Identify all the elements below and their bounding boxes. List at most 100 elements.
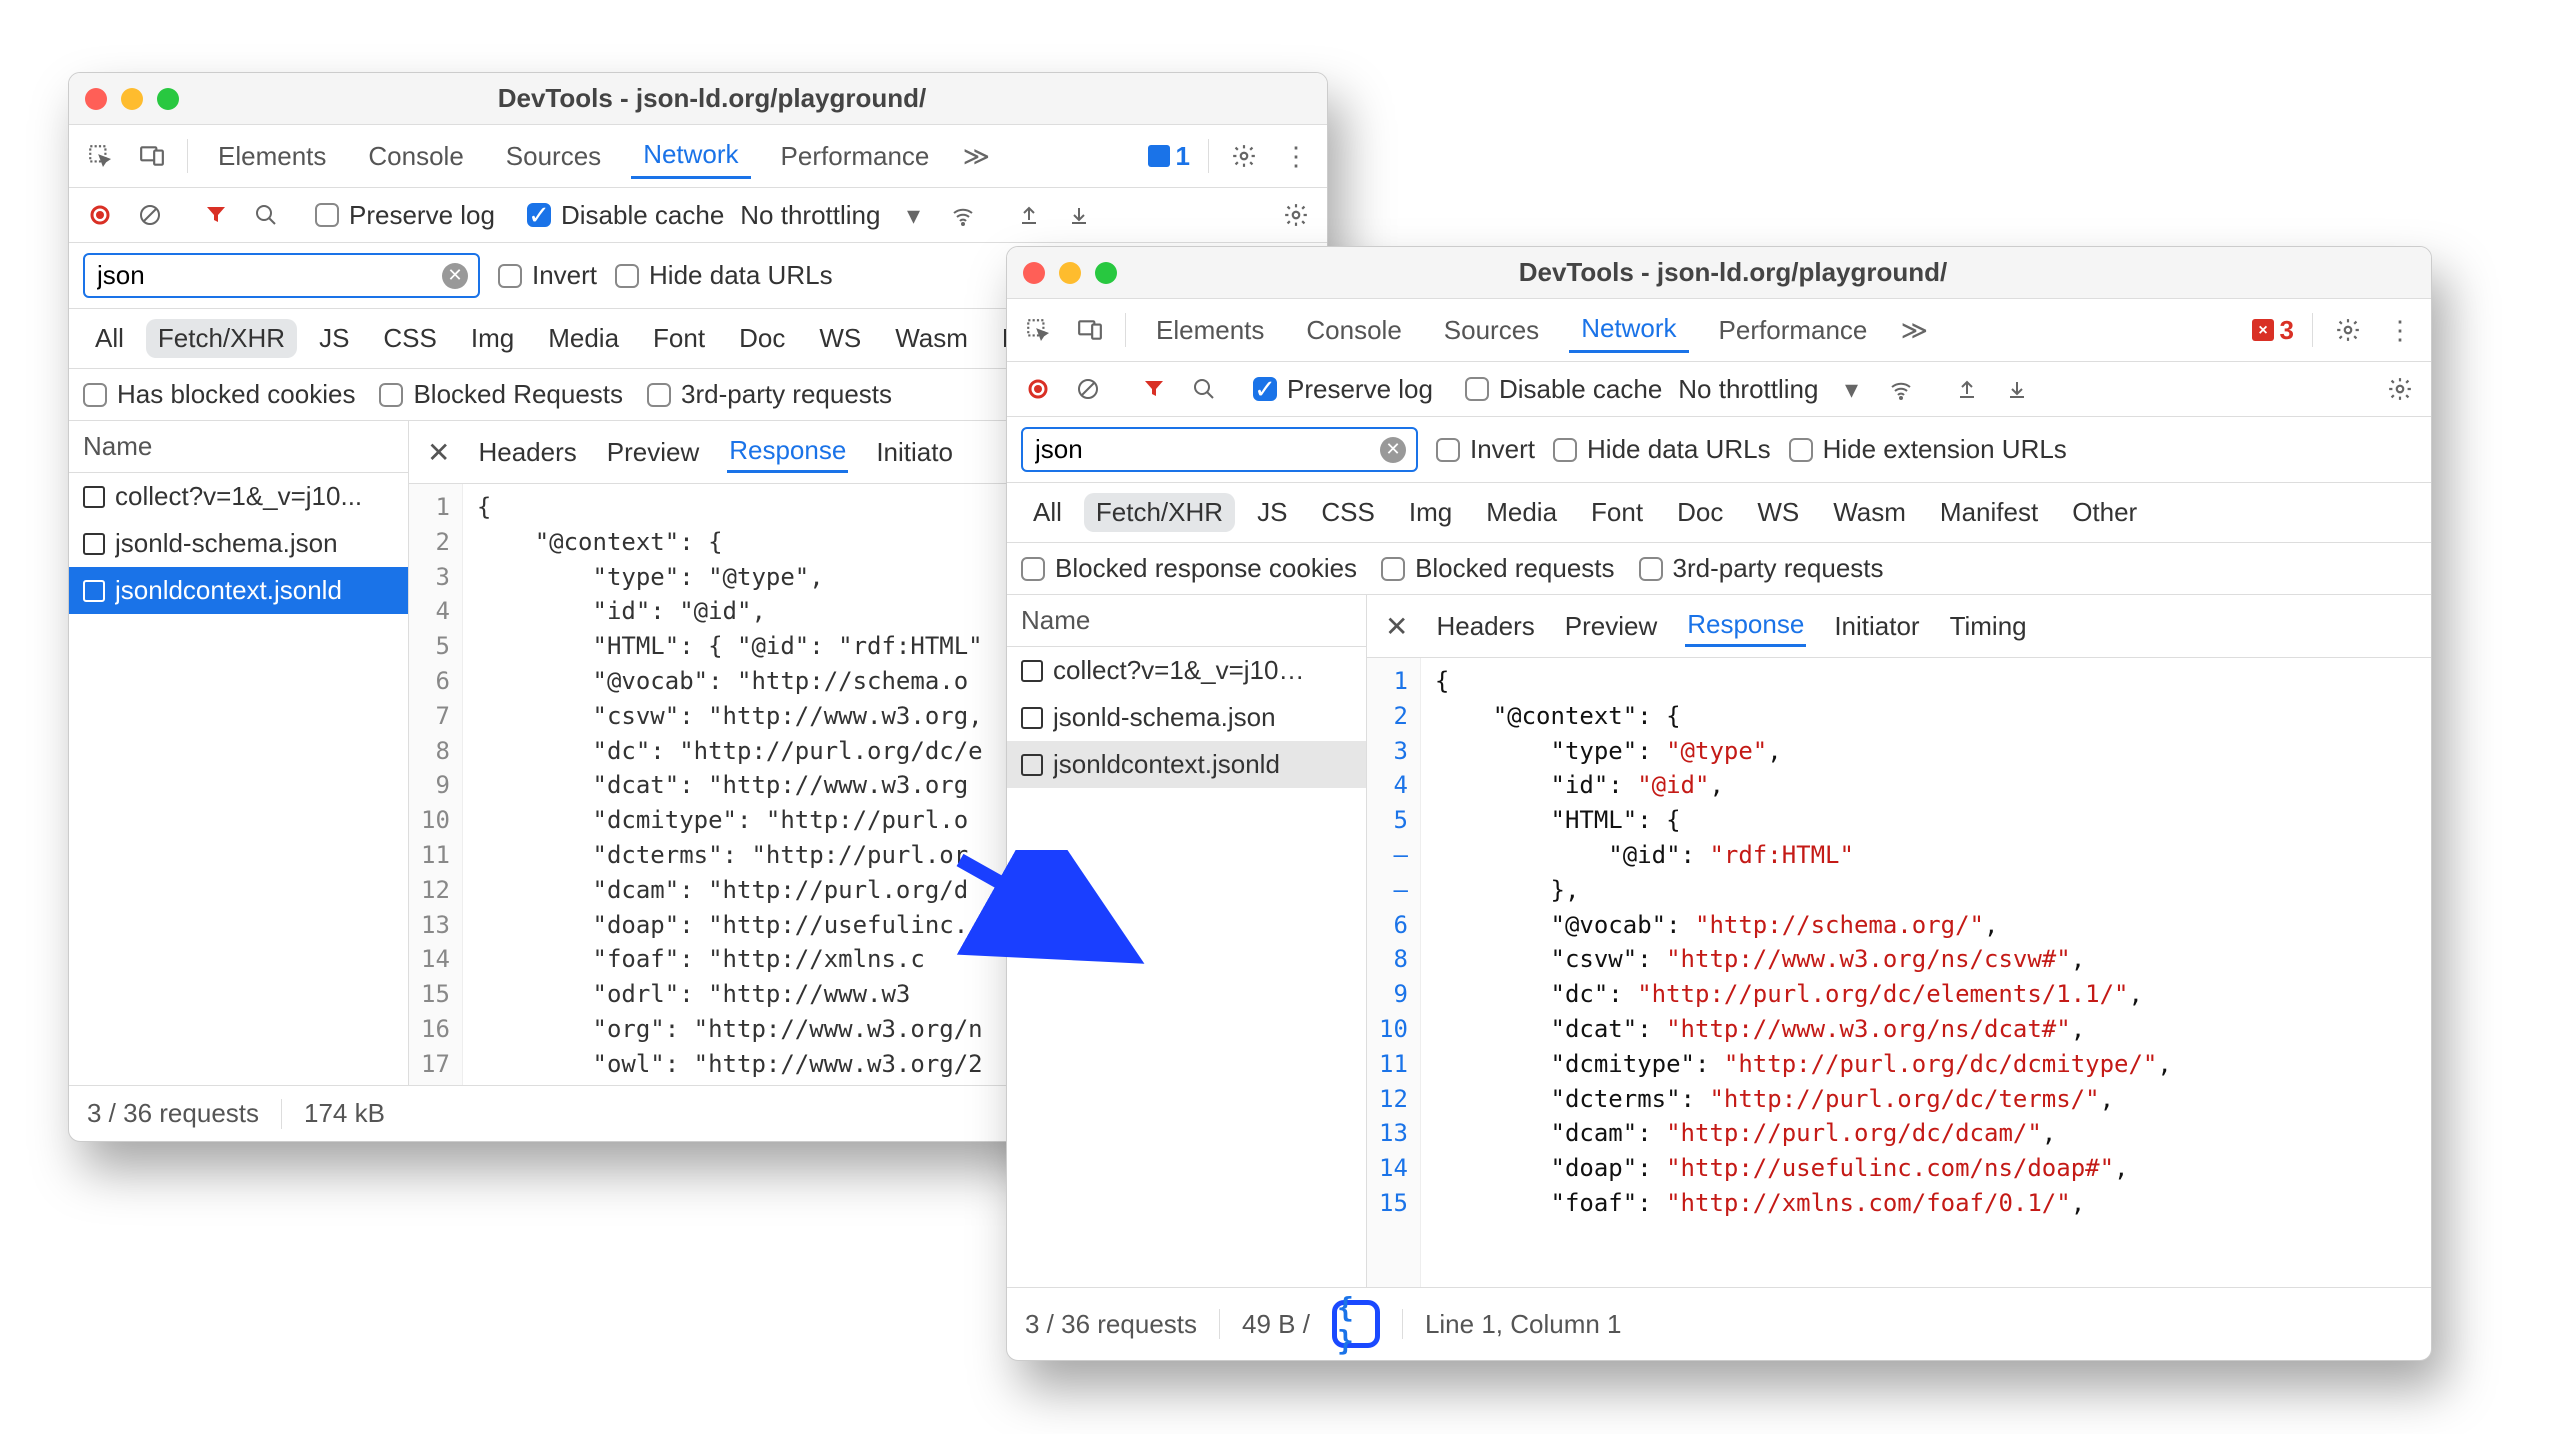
type-img[interactable]: Img (1397, 493, 1464, 532)
tab-elements[interactable]: Elements (206, 135, 338, 178)
type-js[interactable]: JS (307, 319, 361, 358)
blocked-requests-checkbox[interactable]: Blocked requests (1381, 553, 1614, 584)
inspect-icon[interactable] (1021, 313, 1055, 347)
invert-checkbox[interactable]: Invert (498, 260, 597, 291)
filter-icon[interactable] (199, 198, 233, 232)
issues-badge[interactable]: 1 (1148, 141, 1190, 172)
third-party-checkbox[interactable]: 3rd-party requests (647, 379, 892, 410)
network-settings-icon[interactable] (1279, 198, 1313, 232)
disable-cache-checkbox[interactable]: ✓Disable cache (527, 200, 724, 231)
detail-tab-headers[interactable]: Headers (476, 433, 578, 472)
download-icon[interactable] (1062, 198, 1096, 232)
clear-filter-icon[interactable]: ✕ (442, 263, 468, 289)
clear-icon[interactable] (133, 198, 167, 232)
clear-filter-icon[interactable]: ✕ (1380, 437, 1406, 463)
detail-tab-initiator[interactable]: Initiato (874, 433, 955, 472)
preserve-log-checkbox[interactable]: ✓Preserve log (1253, 374, 1433, 405)
tab-sources[interactable]: Sources (1432, 309, 1551, 352)
tab-network[interactable]: Network (1569, 307, 1688, 353)
type-font[interactable]: Font (641, 319, 717, 358)
type-fetch-xhr[interactable]: Fetch/XHR (146, 319, 297, 358)
type-fetch-xhr[interactable]: Fetch/XHR (1084, 493, 1235, 532)
type-manifest[interactable]: Manifest (1928, 493, 2050, 532)
kebab-menu-icon[interactable]: ⋮ (2383, 313, 2417, 347)
record-icon[interactable] (83, 198, 117, 232)
request-row-selected[interactable]: jsonldcontext.jsonld (1007, 741, 1366, 788)
blocked-cookies-checkbox[interactable]: Blocked response cookies (1021, 553, 1357, 584)
name-column-header[interactable]: Name (69, 421, 408, 473)
throttling-chevron-icon[interactable]: ▾ (896, 198, 930, 232)
hide-ext-urls-checkbox[interactable]: Hide extension URLs (1789, 434, 2067, 465)
throttling-select[interactable]: No throttling (740, 200, 880, 231)
type-doc[interactable]: Doc (1665, 493, 1735, 532)
name-column-header[interactable]: Name (1007, 595, 1366, 647)
search-icon[interactable] (249, 198, 283, 232)
type-media[interactable]: Media (1474, 493, 1569, 532)
tab-console[interactable]: Console (356, 135, 475, 178)
inspect-icon[interactable] (83, 139, 117, 173)
detail-tab-headers[interactable]: Headers (1434, 607, 1536, 646)
type-css[interactable]: CSS (371, 319, 448, 358)
request-row[interactable]: collect?v=1&_v=j10… (1007, 647, 1366, 694)
tab-console[interactable]: Console (1294, 309, 1413, 352)
record-icon[interactable] (1021, 372, 1055, 406)
download-icon[interactable] (2000, 372, 2034, 406)
upload-icon[interactable] (1950, 372, 1984, 406)
settings-icon[interactable] (1227, 139, 1261, 173)
tab-elements[interactable]: Elements (1144, 309, 1276, 352)
detail-tab-initiator[interactable]: Initiator (1832, 607, 1921, 646)
detail-tab-response[interactable]: Response (1685, 605, 1806, 647)
device-toggle-icon[interactable] (135, 139, 169, 173)
type-wasm[interactable]: Wasm (1821, 493, 1918, 532)
type-media[interactable]: Media (536, 319, 631, 358)
disable-cache-checkbox[interactable]: Disable cache (1465, 374, 1662, 405)
request-row-selected[interactable]: jsonldcontext.jsonld (69, 567, 408, 614)
third-party-checkbox[interactable]: 3rd-party requests (1639, 553, 1884, 584)
close-window-icon[interactable] (1023, 262, 1045, 284)
upload-icon[interactable] (1012, 198, 1046, 232)
request-row[interactable]: jsonld-schema.json (1007, 694, 1366, 741)
type-all[interactable]: All (83, 319, 136, 358)
type-wasm[interactable]: Wasm (883, 319, 980, 358)
detail-tab-preview[interactable]: Preview (605, 433, 701, 472)
code-lines[interactable]: { "@context": { "type": "@type", "id": "… (463, 484, 997, 1085)
pretty-print-button[interactable]: { } (1332, 1300, 1380, 1348)
clear-icon[interactable] (1071, 372, 1105, 406)
filter-icon[interactable] (1137, 372, 1171, 406)
settings-icon[interactable] (2331, 313, 2365, 347)
hide-data-urls-checkbox[interactable]: Hide data URLs (615, 260, 833, 291)
wifi-icon[interactable] (1884, 372, 1918, 406)
tab-performance[interactable]: Performance (1707, 309, 1880, 352)
type-ws[interactable]: WS (1745, 493, 1811, 532)
detail-tab-timing[interactable]: Timing (1948, 607, 2029, 646)
code-lines[interactable]: { "@context": { "type": "@type", "id": "… (1421, 658, 2186, 1287)
close-detail-icon[interactable]: ✕ (1385, 610, 1408, 643)
type-js[interactable]: JS (1245, 493, 1299, 532)
throttling-select[interactable]: No throttling (1678, 374, 1818, 405)
type-other[interactable]: Other (2060, 493, 2149, 532)
blocked-requests-checkbox[interactable]: Blocked Requests (379, 379, 623, 410)
kebab-menu-icon[interactable]: ⋮ (1279, 139, 1313, 173)
more-tabs-icon[interactable]: ≫ (1897, 313, 1931, 347)
blocked-cookies-checkbox[interactable]: Has blocked cookies (83, 379, 355, 410)
throttling-chevron-icon[interactable]: ▾ (1834, 372, 1868, 406)
tab-sources[interactable]: Sources (494, 135, 613, 178)
detail-tab-preview[interactable]: Preview (1563, 607, 1659, 646)
preserve-log-checkbox[interactable]: Preserve log (315, 200, 495, 231)
filter-input[interactable] (1033, 433, 1372, 466)
device-toggle-icon[interactable] (1073, 313, 1107, 347)
more-tabs-icon[interactable]: ≫ (959, 139, 993, 173)
type-all[interactable]: All (1021, 493, 1074, 532)
type-font[interactable]: Font (1579, 493, 1655, 532)
errors-badge[interactable]: ×3 (2252, 315, 2294, 346)
search-icon[interactable] (1187, 372, 1221, 406)
hide-data-urls-checkbox[interactable]: Hide data URLs (1553, 434, 1771, 465)
close-window-icon[interactable] (85, 88, 107, 110)
request-row[interactable]: collect?v=1&_v=j10... (69, 473, 408, 520)
type-ws[interactable]: WS (807, 319, 873, 358)
type-doc[interactable]: Doc (727, 319, 797, 358)
tab-performance[interactable]: Performance (769, 135, 942, 178)
filter-input[interactable] (95, 259, 434, 292)
request-row[interactable]: jsonld-schema.json (69, 520, 408, 567)
wifi-icon[interactable] (946, 198, 980, 232)
